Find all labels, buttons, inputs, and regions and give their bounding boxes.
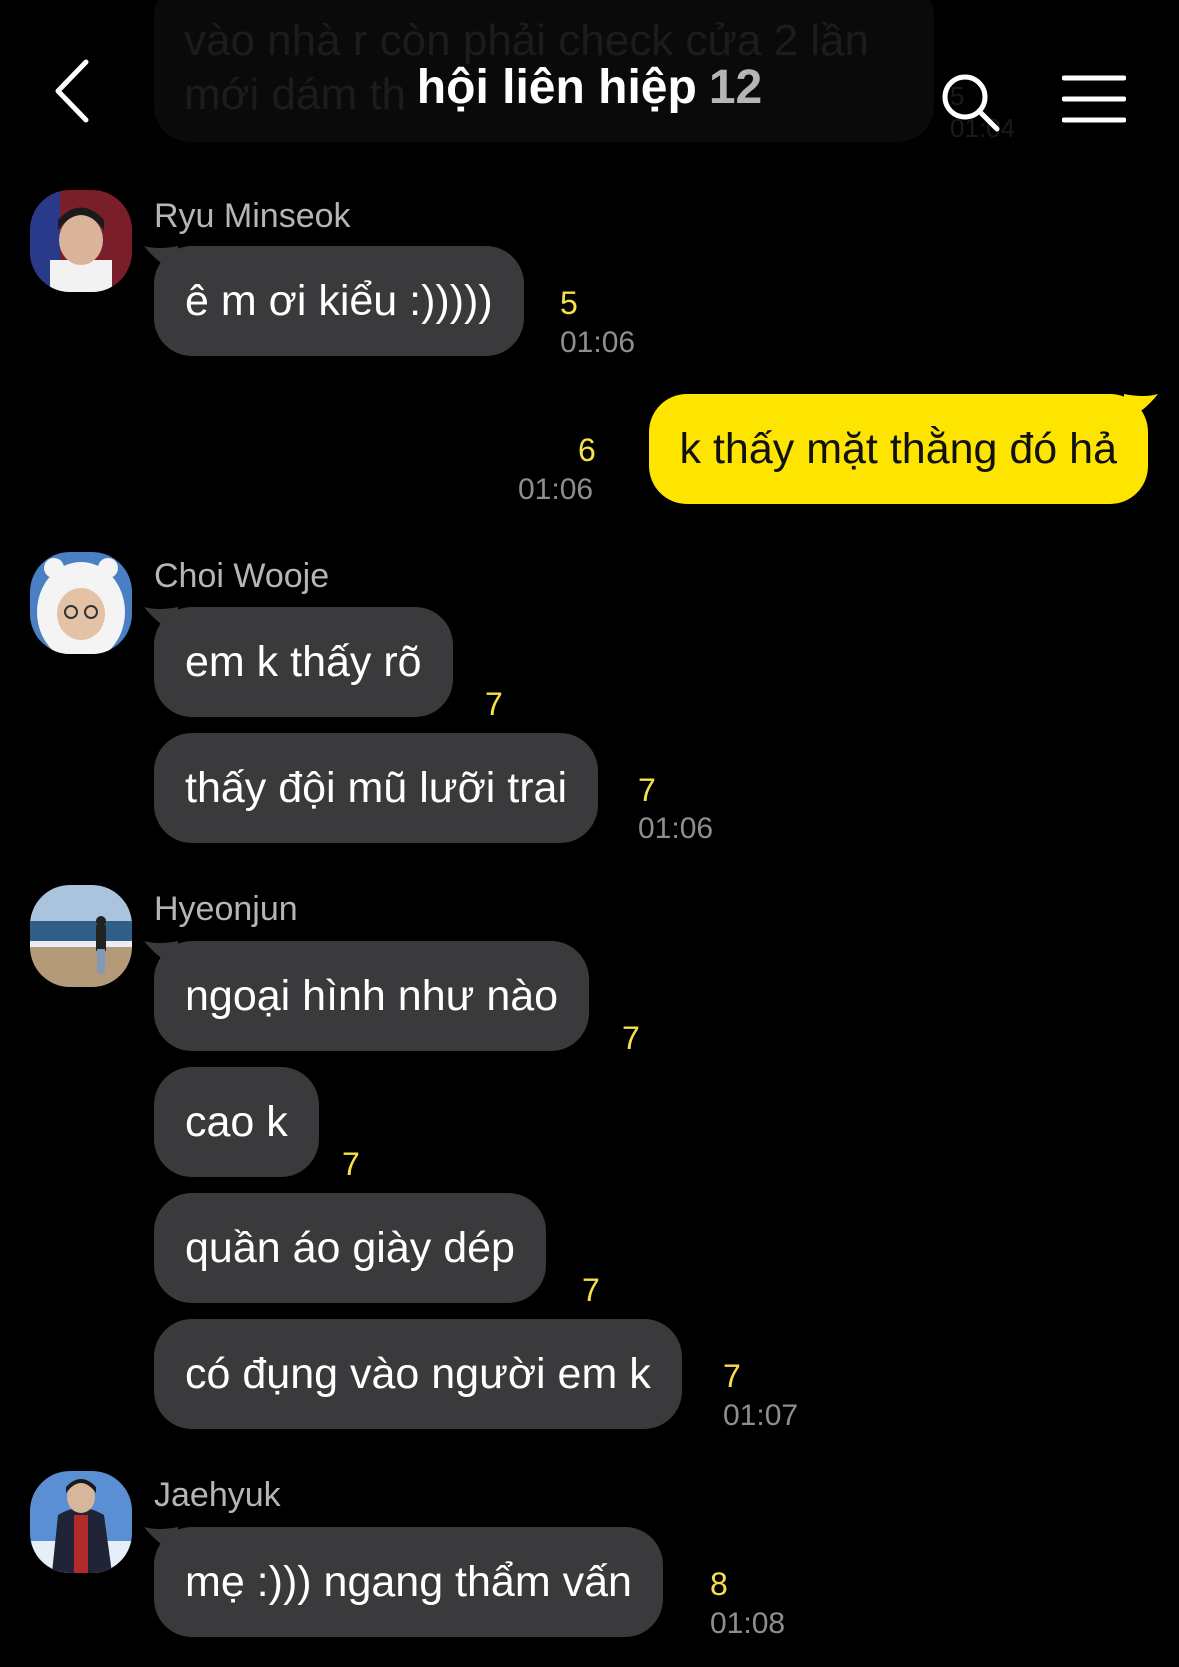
unread-count: 7 <box>582 1272 600 1308</box>
message-time: 01:06 <box>560 326 636 359</box>
menu-button[interactable] <box>1061 74 1127 124</box>
message-time: 01:06 <box>638 812 714 845</box>
unread-count: 7 <box>342 1146 360 1182</box>
message-bubble[interactable]: có đụng vào người em k <box>154 1319 682 1429</box>
avatar-hyeonjun[interactable] <box>30 885 132 987</box>
message-bubble[interactable]: mẹ :))) ngang thẩm vấn <box>154 1527 663 1637</box>
chat-header: hội liên hiệp 12 <box>0 0 1179 160</box>
avatar-ryu-minseok[interactable] <box>30 190 132 292</box>
message-bubble[interactable]: em k thấy rõ <box>154 607 453 717</box>
sender-name: Choi Wooje <box>154 557 330 595</box>
message-bubble[interactable]: ê m ơi kiểu :))))) <box>154 246 524 356</box>
message-time: 01:07 <box>723 1399 799 1432</box>
chat-name: hội liên hiệp <box>416 61 697 114</box>
search-icon <box>942 74 1000 132</box>
message-bubble[interactable]: quần áo giày dép <box>154 1193 546 1303</box>
sender-name: Ryu Minseok <box>154 197 351 235</box>
search-button[interactable] <box>940 72 1002 134</box>
menu-icon <box>1061 75 1127 123</box>
sender-name: Jaehyuk <box>154 1476 281 1514</box>
chat-title: hội liên hiệp 12 <box>0 60 1179 115</box>
unread-count: 8 <box>710 1566 728 1602</box>
avatar-choi-wooje[interactable] <box>30 552 132 654</box>
my-message-bubble[interactable]: k thấy mặt thằng đó hả <box>648 394 1148 504</box>
message-time: 01:08 <box>710 1607 786 1640</box>
message-bubble[interactable]: thấy đội mũ lưỡi trai <box>154 733 599 843</box>
avatar-jaehyuk[interactable] <box>30 1471 132 1573</box>
message-time: 01:06 <box>518 473 594 506</box>
sender-name: Hyeonjun <box>154 890 298 928</box>
unread-count: 7 <box>622 1020 640 1056</box>
member-count: 12 <box>708 61 763 114</box>
unread-count: 7 <box>638 772 656 808</box>
unread-count: 6 <box>578 432 596 468</box>
unread-count: 7 <box>723 1358 741 1394</box>
message-bubble[interactable]: ngoại hình như nào <box>154 941 590 1051</box>
unread-count: 5 <box>560 285 578 321</box>
unread-count: 7 <box>485 686 503 722</box>
message-bubble[interactable]: cao k <box>154 1067 319 1177</box>
